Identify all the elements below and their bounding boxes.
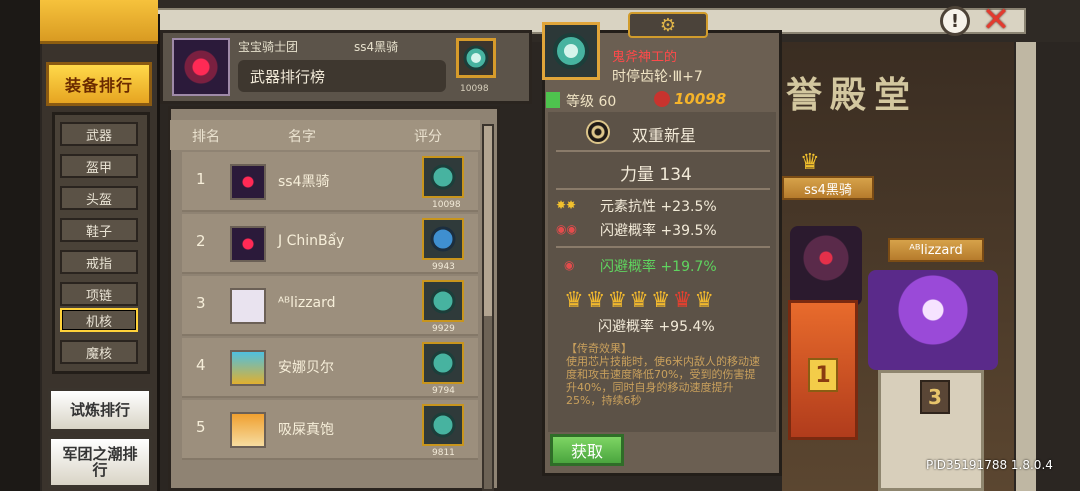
page-title: 武器排行榜: [250, 68, 326, 86]
total-stat: 闪避概率 +95.4%: [598, 319, 715, 335]
tab-trial-ranking[interactable]: 试炼排行: [48, 388, 152, 432]
stat-row: 闪避概率 +39.5%: [600, 220, 717, 240]
gear-icon[interactable]: [422, 156, 464, 198]
table-row[interactable]: 4 安娜贝尔 9794: [182, 338, 478, 398]
row-rank: 4: [196, 356, 206, 374]
tab-equipment-ranking[interactable]: 装备排行: [46, 62, 152, 106]
row-rank: 5: [196, 418, 206, 436]
star-icon: ✸✸: [556, 198, 577, 212]
crown-rating-icon: ♛♛♛♛♛♛♛: [564, 288, 717, 313]
table-row[interactable]: 2 J ChinBẩy 9943: [182, 214, 478, 274]
weapon-score: 10098: [674, 90, 727, 108]
player-avatar: [172, 38, 230, 96]
stat-label: 闪避概率: [600, 259, 656, 275]
divider: [556, 150, 770, 152]
row-rank: 3: [196, 294, 206, 312]
weapon-prefix: 鬼斧神工的: [612, 50, 678, 65]
third-place-rank: 3: [920, 380, 950, 414]
table-row[interactable]: 5 吸屎真饱 9811: [182, 400, 478, 460]
table-row[interactable]: 3 ᴬᴮlizzard 9929: [182, 276, 478, 336]
category-shoes[interactable]: 鞋子: [60, 218, 138, 242]
bonus-stat-row: 闪避概率 +19.7%: [600, 256, 717, 276]
stat-label: 元素抗性: [600, 199, 656, 215]
stat-label: 闪避概率: [600, 223, 656, 239]
third-place-character: [868, 270, 998, 370]
category-list: [52, 112, 150, 374]
row-name: J ChinBẩy: [278, 233, 345, 249]
left-edge: [0, 0, 40, 491]
hall-title: 誉殿堂: [786, 75, 919, 116]
header-score: 10098: [460, 84, 489, 94]
row-name: 吸屎真饱: [278, 422, 334, 438]
close-icon[interactable]: ✕: [978, 0, 1014, 40]
pillar: [1016, 42, 1036, 491]
gear-icon[interactable]: [422, 280, 464, 322]
dodge-icon: ◉: [564, 258, 575, 272]
first-place-character: [790, 226, 862, 306]
get-button[interactable]: 获取: [550, 434, 624, 466]
stat-value: +23.5%: [660, 199, 717, 215]
legend-effect-desc: 使用芯片技能时，使6米内敌人的移动速度和攻击速度降低70%，受到的伤害提升40%…: [566, 355, 760, 407]
row-name: ss4黑骑: [278, 174, 330, 190]
row-score: 10098: [432, 200, 461, 210]
crown-icon: ♛: [800, 150, 820, 175]
row-name: 安娜贝尔: [278, 360, 334, 376]
avatar: [230, 164, 266, 200]
third-place-name: ᴬᴮlizzard: [888, 238, 984, 262]
col-name: 名字: [288, 129, 316, 145]
row-name: ᴬᴮlizzard: [278, 295, 336, 311]
gear-icon[interactable]: [422, 404, 464, 446]
stat-value: +19.7%: [660, 259, 717, 275]
guild-name: 宝宝骑士团: [238, 40, 299, 54]
first-place-name: ss4黑骑: [782, 176, 874, 200]
score-icon: [654, 91, 670, 107]
weapon-level: 等级 60: [566, 94, 617, 110]
build-id: PID35191788 1.8.0.4: [926, 458, 1053, 472]
level-flag-icon: [546, 92, 560, 108]
col-score: 评分: [414, 129, 442, 145]
stat-row: 元素抗性 +23.5%: [600, 196, 717, 216]
category-armor[interactable]: 盔甲: [60, 154, 138, 178]
row-score: 9929: [432, 324, 455, 334]
avatar: [230, 412, 266, 448]
skill-name: 双重新星: [632, 126, 697, 145]
category-magic-core[interactable]: 魔核: [60, 340, 138, 364]
row-score: 9794: [432, 386, 455, 396]
table-row[interactable]: 1 ss4黑骑 10098: [182, 152, 478, 212]
gear-icon[interactable]: [422, 218, 464, 260]
gold-flag: [40, 0, 158, 44]
category-ring[interactable]: 戒指: [60, 250, 138, 274]
category-weapon[interactable]: 武器: [60, 122, 138, 146]
category-helmet[interactable]: 头盔: [60, 186, 138, 210]
first-place-rank: 1: [808, 358, 838, 392]
info-icon[interactable]: !: [940, 6, 970, 36]
stat-value: +39.5%: [660, 223, 717, 239]
dodge-icon: ◉◉: [556, 222, 577, 236]
row-score: 9811: [432, 448, 455, 458]
avatar: [230, 350, 266, 386]
gear-icon[interactable]: [456, 38, 496, 78]
gear-icon: [542, 22, 600, 80]
target-icon: [586, 120, 610, 144]
row-rank: 2: [196, 232, 206, 250]
avatar: [230, 288, 266, 324]
category-mech-core[interactable]: 机核: [60, 308, 138, 332]
row-rank: 1: [196, 170, 206, 188]
scrollbar-thumb[interactable]: [484, 126, 492, 316]
divider: [556, 246, 770, 248]
gear-badge-icon: ⚙: [628, 12, 708, 38]
gear-icon[interactable]: [422, 342, 464, 384]
player-name: ss4黑骑: [354, 40, 399, 54]
divider: [556, 188, 770, 190]
power-stat: 力量 134: [620, 165, 692, 185]
tab-legion-ranking[interactable]: 军团之潮排行: [48, 436, 152, 488]
weapon-name: 时停齿轮·Ⅲ+7: [612, 69, 703, 85]
category-necklace[interactable]: 项链: [60, 282, 138, 306]
avatar: [230, 226, 266, 262]
col-rank: 排名: [192, 129, 220, 145]
legend-effect-title: 【传奇效果】: [566, 342, 632, 355]
row-score: 9943: [432, 262, 455, 272]
